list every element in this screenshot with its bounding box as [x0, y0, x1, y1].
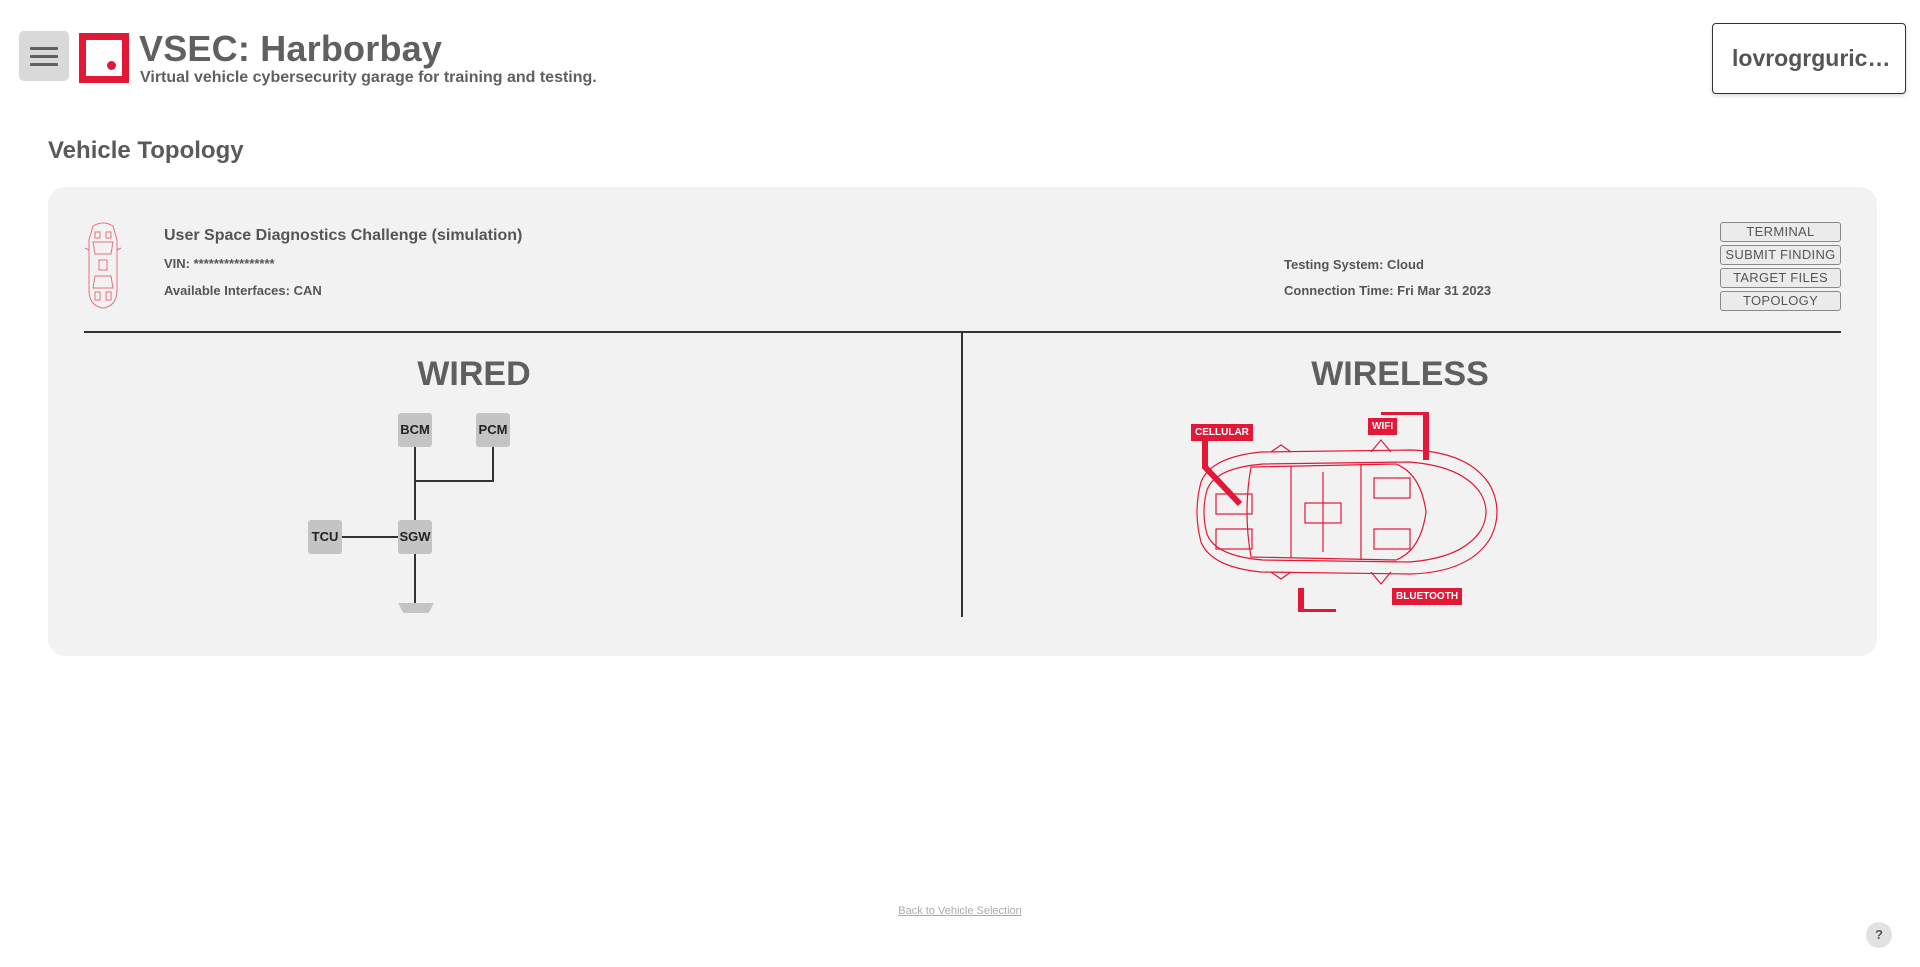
connection-time-text: Connection Time: Fri Mar 31 2023 — [1284, 283, 1492, 298]
pcm-node[interactable]: PCM — [476, 413, 510, 447]
car-topdown-icon — [1196, 412, 1498, 612]
back-to-vehicle-selection-link[interactable]: Back to Vehicle Selection — [810, 905, 1110, 917]
target-files-button[interactable]: TARGET FILES — [1720, 268, 1841, 288]
wireless-heading: WIRELESS — [1311, 355, 1489, 393]
sgw-node[interactable]: SGW — [398, 520, 432, 554]
terminal-button[interactable]: TERMINAL — [1720, 222, 1841, 242]
testing-system-text: Testing System: Cloud — [1284, 257, 1424, 272]
user-account-button[interactable]: lovrogrguric… — [1712, 23, 1906, 94]
help-button[interactable]: ? — [1866, 922, 1892, 948]
app-subtitle: Virtual vehicle cybersecurity garage for… — [140, 69, 597, 86]
topology-button[interactable]: TOPOLOGY — [1720, 291, 1841, 311]
cellular-interface[interactable]: CELLULAR — [1191, 424, 1253, 441]
section-divider-horizontal — [84, 331, 1841, 333]
challenge-title: User Space Diagnostics Challenge (simula… — [164, 227, 523, 244]
wired-heading: WIRED — [417, 355, 531, 393]
wire-tcu-sgw — [342, 536, 398, 538]
bcm-node[interactable]: BCM — [398, 413, 432, 447]
menu-line — [30, 62, 58, 66]
wire-pcm-bus — [414, 480, 494, 482]
available-interfaces-text: Available Interfaces: CAN — [164, 283, 322, 298]
section-divider-vertical — [961, 331, 963, 617]
hamburger-menu-icon[interactable] — [19, 31, 69, 81]
car-outline-icon — [84, 222, 122, 309]
vsec-logo — [79, 33, 129, 83]
vehicle-panel: User Space Diagnostics Challenge (simula… — [48, 187, 1877, 656]
submit-finding-button[interactable]: SUBMIT FINDING — [1720, 245, 1841, 265]
wifi-interface[interactable]: WIFI — [1368, 418, 1398, 435]
page-title: Vehicle Topology — [48, 137, 244, 164]
wire-sgw-bus — [414, 554, 416, 604]
bluetooth-interface[interactable]: BLUETOOTH — [1392, 588, 1463, 605]
action-buttons: TERMINAL SUBMIT FINDING TARGET FILES TOP… — [1720, 222, 1841, 311]
menu-line — [30, 54, 58, 58]
menu-line — [30, 46, 58, 50]
app-title: VSEC: Harborbay — [139, 28, 443, 69]
tcu-node[interactable]: TCU — [308, 520, 342, 554]
vin-text: VIN: **************** — [164, 256, 275, 271]
wire-pcm-down — [492, 447, 494, 482]
can-bus-stub — [398, 603, 434, 613]
